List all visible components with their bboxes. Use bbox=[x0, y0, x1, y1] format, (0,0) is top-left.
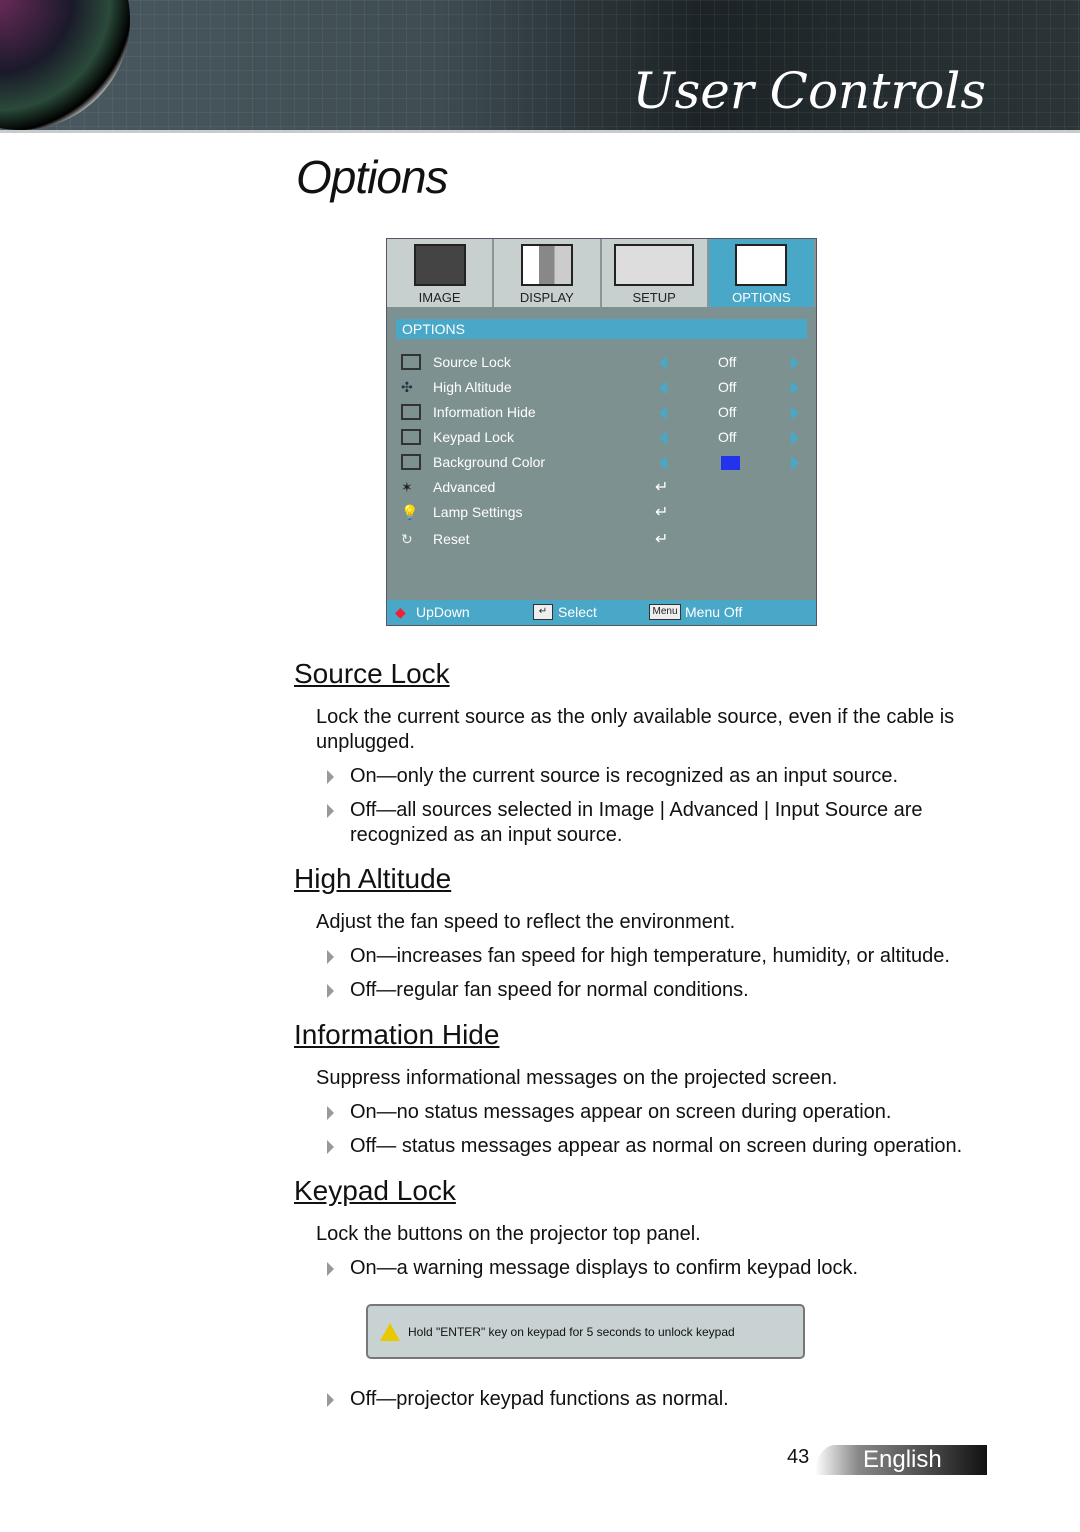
bullet: Off—all sources selected in Image | Adva… bbox=[327, 798, 1000, 848]
reset-icon: ↻ bbox=[401, 531, 413, 547]
enter-icon: ↵ bbox=[655, 479, 669, 496]
tab-setup[interactable]: SETUP bbox=[601, 239, 709, 307]
right-arrow-icon[interactable] bbox=[791, 456, 799, 470]
lens-image bbox=[0, 0, 130, 130]
bullet: On—only the current source is recognized… bbox=[327, 764, 1000, 789]
info-hide-icon bbox=[401, 404, 421, 420]
keypad-warning-dialog: Hold "ENTER" key on keypad for 5 seconds… bbox=[366, 1304, 805, 1359]
page-number: 43 bbox=[787, 1446, 810, 1468]
section-title: Source Lock bbox=[294, 658, 450, 689]
bullet: On—no status messages appear on screen d… bbox=[327, 1100, 1000, 1125]
updown-label: UpDown bbox=[416, 604, 470, 620]
item-label: Advanced bbox=[433, 479, 496, 495]
left-arrow-icon[interactable] bbox=[659, 456, 667, 470]
item-value: Off bbox=[718, 379, 737, 395]
section-desc: Adjust the fan speed to reflect the envi… bbox=[316, 911, 736, 933]
menu-key-icon: Menu bbox=[649, 604, 681, 620]
left-arrow-icon[interactable] bbox=[659, 431, 667, 445]
section-desc: Lock the buttons on the projector top pa… bbox=[316, 1223, 701, 1245]
left-arrow-icon[interactable] bbox=[659, 381, 667, 395]
color-swatch bbox=[721, 456, 740, 470]
header-title: User Controls bbox=[632, 62, 987, 120]
menu-item-information-hide[interactable]: Information Hide Off bbox=[401, 402, 801, 424]
menu-off-label: Menu Off bbox=[685, 604, 743, 620]
divider bbox=[0, 130, 1080, 133]
menu-footer: ◆ UpDown ↵ Select Menu Menu Off bbox=[387, 600, 816, 625]
item-label: Background Color bbox=[433, 454, 546, 470]
section-desc: Suppress informational messages on the p… bbox=[316, 1067, 838, 1089]
item-label: Lamp Settings bbox=[433, 504, 523, 520]
left-arrow-icon[interactable] bbox=[659, 406, 667, 420]
right-arrow-icon[interactable] bbox=[791, 381, 799, 395]
item-label: High Altitude bbox=[433, 379, 512, 395]
fan-icon: ✣ bbox=[401, 379, 413, 395]
warning-icon bbox=[380, 1323, 400, 1341]
bullet: Off—projector keypad functions as normal… bbox=[327, 1387, 1000, 1412]
keypad-icon bbox=[401, 429, 421, 445]
left-arrow-icon[interactable] bbox=[659, 356, 667, 370]
menu-item-keypad-lock[interactable]: Keypad Lock Off bbox=[401, 427, 801, 449]
select-label: Select bbox=[558, 604, 597, 620]
item-label: Source Lock bbox=[433, 354, 511, 370]
section-title: Keypad Lock bbox=[294, 1175, 456, 1206]
warning-text: Hold "ENTER" key on keypad for 5 seconds… bbox=[408, 1325, 735, 1339]
section-header: OPTIONS bbox=[396, 319, 807, 339]
item-value: Off bbox=[718, 404, 737, 420]
image-icon bbox=[413, 244, 466, 286]
section-title: High Altitude bbox=[294, 863, 452, 894]
lamp-icon: 💡 bbox=[401, 504, 419, 520]
tab-options[interactable]: OPTIONS bbox=[708, 239, 816, 307]
item-label: Information Hide bbox=[433, 404, 536, 420]
menu-item-reset[interactable]: ↻ Reset ↵ bbox=[401, 529, 801, 551]
tab-label: OPTIONS bbox=[732, 290, 791, 305]
header-banner: User Controls bbox=[0, 0, 1080, 130]
options-icon bbox=[735, 244, 788, 286]
tab-image[interactable]: IMAGE bbox=[387, 239, 495, 307]
right-arrow-icon[interactable] bbox=[791, 356, 799, 370]
menu-item-lamp-settings[interactable]: 💡 Lamp Settings ↵ bbox=[401, 502, 801, 524]
enter-icon: ↵ bbox=[655, 531, 669, 548]
item-label: Keypad Lock bbox=[433, 429, 514, 445]
tab-display[interactable]: DISPLAY bbox=[494, 239, 602, 307]
language-label: English bbox=[815, 1445, 987, 1475]
advanced-icon: ✶ bbox=[401, 479, 413, 495]
osd-menu: IMAGE DISPLAY SETUP OPTIONS OPTIONS Sour… bbox=[386, 238, 817, 626]
updown-icon: ◆ bbox=[395, 604, 406, 620]
enter-key-icon: ↵ bbox=[533, 604, 553, 620]
menu-item-source-lock[interactable]: Source Lock Off bbox=[401, 352, 801, 374]
item-value: Off bbox=[718, 429, 737, 445]
right-arrow-icon[interactable] bbox=[791, 431, 799, 445]
tab-label: SETUP bbox=[632, 290, 676, 305]
menu-item-background-color[interactable]: Background Color bbox=[401, 452, 801, 474]
bullet: On—increases fan speed for high temperat… bbox=[327, 944, 1000, 969]
menu-item-advanced[interactable]: ✶ Advanced ↵ bbox=[401, 477, 801, 499]
tab-label: IMAGE bbox=[418, 290, 461, 305]
right-arrow-icon[interactable] bbox=[791, 406, 799, 420]
display-icon bbox=[520, 244, 573, 286]
section-title: Information Hide bbox=[294, 1019, 500, 1050]
page-title: Options bbox=[296, 151, 449, 203]
projector-icon bbox=[614, 244, 695, 286]
source-lock-icon bbox=[401, 354, 421, 370]
bullet: Off— status messages appear as normal on… bbox=[327, 1134, 1000, 1159]
enter-icon: ↵ bbox=[655, 504, 669, 521]
menu-item-high-altitude[interactable]: ✣ High Altitude Off bbox=[401, 377, 801, 399]
section-desc: Lock the current source as the only avai… bbox=[316, 706, 955, 753]
tab-label: DISPLAY bbox=[519, 290, 574, 305]
bullet: On—a warning message displays to confirm… bbox=[327, 1256, 1000, 1281]
background-icon bbox=[401, 454, 421, 470]
item-label: Reset bbox=[433, 531, 470, 547]
item-value: Off bbox=[718, 354, 737, 370]
bullet: Off—regular fan speed for normal conditi… bbox=[327, 978, 1000, 1003]
